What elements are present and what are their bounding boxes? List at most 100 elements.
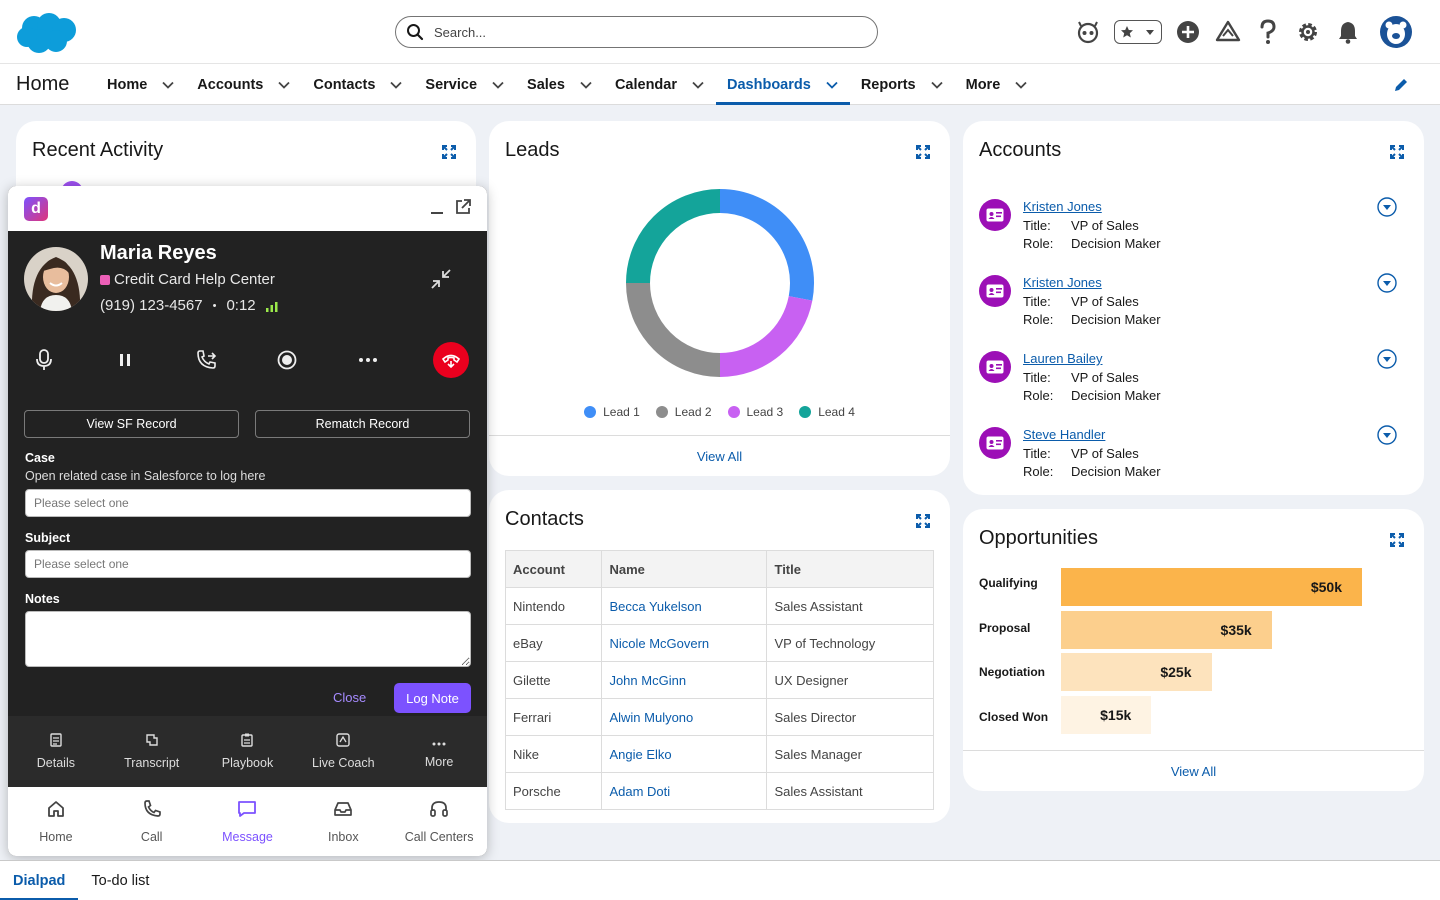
mute-microphone-icon[interactable] <box>26 342 62 378</box>
nav-item-contacts[interactable]: Contacts <box>302 64 414 105</box>
utility-tab-dialpad[interactable]: Dialpad <box>0 861 79 900</box>
expand-icon[interactable] <box>442 145 456 159</box>
expand-icon[interactable] <box>1390 145 1404 159</box>
legend-label: Lead 4 <box>818 405 855 419</box>
dialpad-nav-message[interactable]: Message <box>200 787 296 856</box>
dialpad-nav-call[interactable]: Call <box>104 787 200 856</box>
legend-item[interactable]: Lead 1 <box>584 405 640 419</box>
einstein-icon[interactable] <box>1074 14 1102 50</box>
expand-icon[interactable] <box>916 514 930 528</box>
account-name-link[interactable]: Kristen Jones <box>1023 199 1102 214</box>
leads-view-all-link[interactable]: View All <box>489 449 950 464</box>
dialpad-tab-live-coach[interactable]: Live Coach <box>295 716 391 787</box>
dialpad-tab-details[interactable]: Details <box>8 716 104 787</box>
contact-name-link[interactable]: Nicole McGovern <box>601 624 768 662</box>
dialpad-tab-transcript[interactable]: Transcript <box>104 716 200 787</box>
help-icon[interactable] <box>1254 14 1282 50</box>
utility-tab-to-do-list[interactable]: To-do list <box>78 861 162 900</box>
nav-item-home[interactable]: Home <box>96 64 186 105</box>
dialpad-bottom-nav: Home Call Message Inbox Call Centers <box>8 787 487 856</box>
more-options-icon[interactable] <box>350 342 386 378</box>
record-icon[interactable] <box>269 342 305 378</box>
rematch-record-button[interactable]: Rematch Record <box>255 410 470 438</box>
salesforce-logo-icon[interactable] <box>16 11 78 55</box>
notes-textarea[interactable] <box>25 611 471 667</box>
table-cell: Sales Assistant <box>766 772 934 810</box>
nav-item-reports[interactable]: Reports <box>850 64 955 105</box>
lead-1-segment[interactable] <box>719 189 814 301</box>
expand-icon[interactable] <box>916 145 930 159</box>
lead-4-segment[interactable] <box>626 189 721 284</box>
row-actions-dropdown-icon[interactable] <box>1377 349 1397 369</box>
view-sf-record-button[interactable]: View SF Record <box>24 410 239 438</box>
stage-bar[interactable]: $25k <box>1061 653 1212 691</box>
dialpad-tab-more[interactable]: More <box>391 716 487 787</box>
notifications-bell-icon[interactable] <box>1334 14 1362 50</box>
account-name-link[interactable]: Steve Handler <box>1023 427 1105 442</box>
add-icon[interactable] <box>1174 14 1202 50</box>
case-select[interactable] <box>25 489 471 517</box>
opportunities-view-all-link[interactable]: View All <box>963 764 1424 779</box>
nav-item-dashboards[interactable]: Dashboards <box>716 64 850 105</box>
popout-icon[interactable] <box>454 198 472 216</box>
subject-select[interactable] <box>25 550 471 578</box>
row-actions-dropdown-icon[interactable] <box>1377 273 1397 293</box>
transfer-call-icon[interactable] <box>188 342 224 378</box>
playbook-icon <box>241 733 254 750</box>
close-button[interactable]: Close <box>333 690 366 705</box>
favorites-toggle[interactable] <box>1114 20 1162 44</box>
caller-photo <box>24 247 88 311</box>
contact-name-link[interactable]: Angie Elko <box>601 735 768 773</box>
inbox-icon <box>333 799 353 822</box>
nav-item-service[interactable]: Service <box>414 64 516 105</box>
hold-pause-icon[interactable] <box>107 342 143 378</box>
column-header[interactable]: Title <box>766 550 934 588</box>
dialpad-nav-inbox[interactable]: Inbox <box>295 787 391 856</box>
account-name-link[interactable]: Lauren Bailey <box>1023 351 1103 366</box>
minimize-icon[interactable] <box>429 198 445 218</box>
dialpad-tab-playbook[interactable]: Playbook <box>200 716 296 787</box>
contact-name-link[interactable]: Becca Yukelson <box>601 587 768 625</box>
hang-up-icon[interactable] <box>433 342 469 378</box>
user-avatar[interactable] <box>1380 16 1412 48</box>
account-title-row: Title: VP of Sales <box>1023 294 1139 309</box>
nav-item-more[interactable]: More <box>955 64 1040 105</box>
search-input[interactable] <box>434 24 854 40</box>
stage-bar[interactable]: $35k <box>1061 610 1272 649</box>
lead-3-segment[interactable] <box>719 295 813 377</box>
dialpad-nav-call-centers[interactable]: Call Centers <box>391 787 487 856</box>
stage-label: Closed Won <box>979 709 1049 724</box>
lead-2-segment[interactable] <box>626 282 721 377</box>
table-row: Porsche Adam Doti Sales Assistant <box>504 772 934 810</box>
expand-icon[interactable] <box>1390 533 1404 547</box>
home-icon <box>46 799 66 822</box>
column-header[interactable]: Account <box>504 550 603 588</box>
nav-item-accounts[interactable]: Accounts <box>186 64 302 105</box>
log-note-button[interactable]: Log Note <box>394 683 471 713</box>
collapse-call-icon[interactable] <box>430 268 452 290</box>
account-name-link[interactable]: Kristen Jones <box>1023 275 1102 290</box>
column-header[interactable]: Name <box>601 550 768 588</box>
caller-phone-row: (919) 123-4567 • 0:12 <box>100 297 278 314</box>
title-value: VP of Sales <box>1071 218 1139 233</box>
nav-item-calendar[interactable]: Calendar <box>604 64 716 105</box>
legend-item[interactable]: Lead 4 <box>799 405 855 419</box>
contact-name-link[interactable]: Alwin Mulyono <box>601 698 768 736</box>
nav-label: Call <box>140 830 163 844</box>
stage-bar[interactable]: $15k <box>1061 695 1152 734</box>
contact-name-link[interactable]: Adam Doti <box>601 772 768 810</box>
global-search[interactable] <box>395 16 878 48</box>
nav-item-sales[interactable]: Sales <box>516 64 604 105</box>
stage-label: Proposal <box>979 620 1031 635</box>
contact-name-link[interactable]: John McGinn <box>601 661 768 699</box>
trailhead-icon[interactable] <box>1214 14 1242 50</box>
legend-item[interactable]: Lead 2 <box>655 405 712 419</box>
settings-gear-icon[interactable] <box>1294 14 1322 50</box>
dialpad-nav-home[interactable]: Home <box>8 787 104 856</box>
edit-nav-icon[interactable] <box>1392 76 1410 94</box>
contacts-title: Contacts <box>505 508 584 530</box>
legend-item[interactable]: Lead 3 <box>727 405 783 419</box>
row-actions-dropdown-icon[interactable] <box>1377 425 1397 445</box>
row-actions-dropdown-icon[interactable] <box>1377 197 1397 217</box>
stage-bar[interactable]: $50k <box>1061 568 1362 606</box>
